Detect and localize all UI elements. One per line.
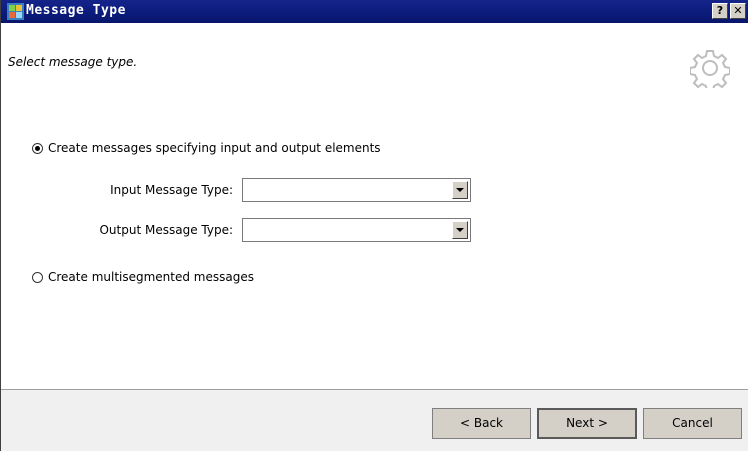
message-type-dialog: Message Type ? ✕ Select message type. Cr… [0,0,748,451]
title-bar[interactable]: Message Type ? ✕ [1,0,748,23]
help-icon: ? [716,4,724,17]
next-button[interactable]: Next > [537,408,637,439]
option-multisegmented[interactable]: Create multisegmented messages [32,270,254,284]
input-message-type-select[interactable] [242,178,471,202]
chevron-down-icon[interactable] [452,221,468,239]
chevron-down-icon[interactable] [452,181,468,199]
close-button[interactable]: ✕ [730,3,746,19]
multisegmented-radio[interactable] [32,271,43,283]
specify-elements-label: Create messages specifying input and out… [48,141,381,155]
page-subtitle: Select message type. [8,55,138,69]
input-message-type-label: Input Message Type: [110,183,233,197]
cancel-button[interactable]: Cancel [643,408,742,439]
output-message-type-select[interactable] [242,218,471,242]
gear-icon [690,50,730,88]
wizard-header [1,23,748,126]
multisegmented-label: Create multisegmented messages [48,270,254,284]
close-icon: ✕ [733,4,743,17]
help-button[interactable]: ? [712,3,728,19]
back-button[interactable]: < Back [432,408,531,439]
window-title: Message Type [26,3,126,18]
app-icon [7,3,24,20]
output-message-type-label: Output Message Type: [99,223,233,237]
specify-elements-radio[interactable] [32,142,43,154]
option-specify-elements[interactable]: Create messages specifying input and out… [32,141,381,155]
